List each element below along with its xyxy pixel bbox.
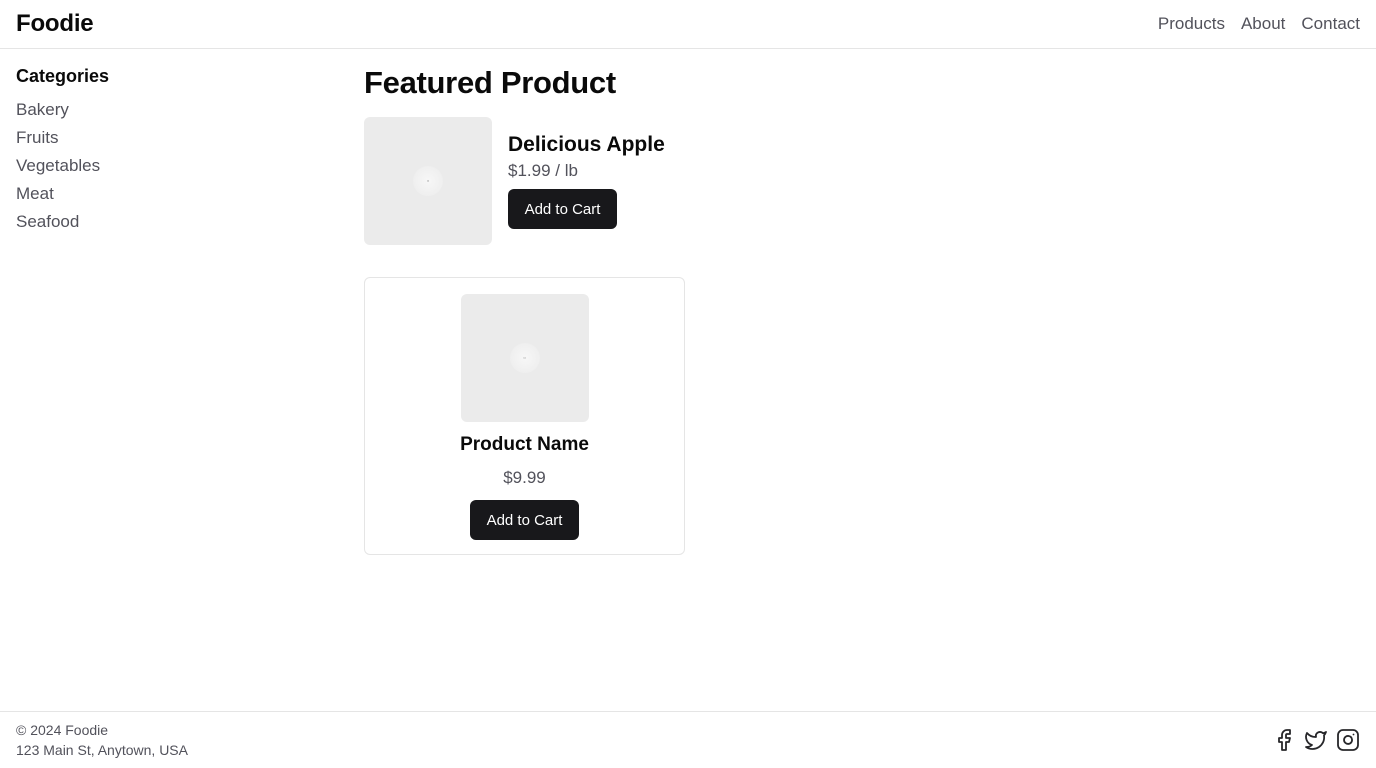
product-card-price: $9.99 (503, 468, 546, 487)
site-header: Foodie Products About Contact (0, 0, 1376, 49)
categories-list: Bakery Fruits Vegetables Meat Seafood (16, 99, 316, 239)
categories-heading: Categories (16, 66, 110, 86)
nav-products-link[interactable]: Products (1158, 14, 1225, 34)
product-card: ▫ Product Name $9.99 Add to Cart (364, 277, 685, 555)
twitter-icon[interactable] (1304, 728, 1328, 752)
categories-sidebar: Categories Bakery Fruits Vegetables Meat… (16, 66, 316, 239)
product-card-name: Product Name (460, 434, 589, 455)
instagram-icon[interactable] (1336, 728, 1360, 752)
featured-product-image: ▫ (364, 117, 492, 245)
site-footer: © 2024 Foodie 123 Main St, Anytown, USA (0, 711, 1376, 768)
footer-copyright: © 2024 Foodie (16, 722, 109, 738)
category-fruits[interactable]: Fruits (16, 127, 316, 155)
nav-about-link[interactable]: About (1241, 14, 1285, 34)
product-card-add-to-cart-button[interactable]: Add to Cart (470, 500, 579, 540)
page-title: Featured Product (364, 65, 616, 100)
nav-contact-link[interactable]: Contact (1301, 14, 1360, 34)
brand-logo[interactable]: Foodie (16, 10, 94, 38)
main-nav: Products About Contact (1158, 14, 1360, 34)
facebook-icon[interactable] (1272, 728, 1296, 752)
footer-info: © 2024 Foodie 123 Main St, Anytown, USA (16, 720, 188, 760)
footer-address: 123 Main St, Anytown, USA (16, 742, 188, 758)
featured-product-name: Delicious Apple (508, 133, 665, 156)
image-placeholder-icon: ▫ (413, 166, 443, 196)
featured-product-price: $1.99 / lb (508, 161, 578, 180)
main-content: Featured Product ▫ Delicious Apple $1.99… (364, 64, 685, 555)
category-meat[interactable]: Meat (16, 183, 316, 211)
featured-product: ▫ Delicious Apple $1.99 / lb Add to Cart (364, 117, 764, 245)
image-placeholder-icon: ▫ (509, 343, 540, 373)
featured-product-info: Delicious Apple $1.99 / lb Add to Cart (508, 117, 665, 229)
category-vegetables[interactable]: Vegetables (16, 155, 316, 183)
featured-add-to-cart-button[interactable]: Add to Cart (508, 189, 617, 229)
category-seafood[interactable]: Seafood (16, 211, 316, 239)
category-bakery[interactable]: Bakery (16, 99, 316, 127)
social-links (1272, 728, 1360, 752)
product-card-image: ▫ (460, 294, 589, 422)
